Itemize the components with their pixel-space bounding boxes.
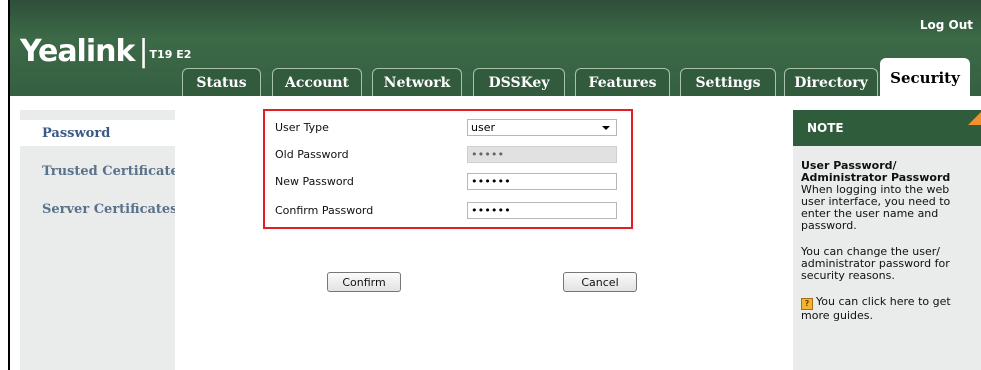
dropdown-arrow-icon — [602, 126, 610, 130]
sidebar-item-server-certificates[interactable]: Server Certificates — [20, 196, 178, 222]
web-ui-frame: Yealink | T19 E2 Log Out Status Account Ne… — [8, 0, 981, 370]
note-help[interactable]: ? You can click here to get more guides. — [801, 296, 973, 322]
tab-security[interactable]: Security — [880, 58, 970, 97]
header-bar: Yealink | T19 E2 Log Out Status Account Ne… — [10, 0, 981, 97]
sidebar-item-password[interactable]: Password — [20, 120, 180, 146]
old-password-label: Old Password — [275, 148, 349, 161]
yealink-logo: Yealink | T19 E2 — [20, 34, 192, 69]
tab-directory[interactable]: Directory — [784, 68, 878, 96]
tab-settings[interactable]: Settings — [680, 68, 776, 96]
note-header: NOTE — [793, 107, 981, 146]
tab-status[interactable]: Status — [182, 68, 261, 96]
note-body: User Password/ Administrator Password Wh… — [801, 160, 973, 322]
new-password-field[interactable]: •••••• — [467, 173, 617, 190]
note-title: NOTE — [807, 121, 844, 135]
confirm-password-label: Confirm Password — [275, 204, 374, 217]
confirm-button[interactable]: Confirm — [327, 272, 401, 292]
new-password-row: New Password •••••• — [265, 173, 631, 196]
note-panel: NOTE User Password/ Administrator Passwo… — [793, 107, 981, 370]
user-type-label: User Type — [275, 121, 329, 134]
password-form-highlight: User Type user Old Password ••••• New Pa… — [263, 109, 633, 229]
tab-network[interactable]: Network — [372, 68, 462, 96]
old-password-field[interactable]: ••••• — [467, 146, 617, 163]
sidebar: Password Trusted Certificates Server Cer… — [20, 110, 186, 370]
old-password-row: Old Password ••••• — [265, 146, 631, 169]
confirm-password-field[interactable]: •••••• — [467, 202, 617, 219]
confirm-password-row: Confirm Password •••••• — [265, 202, 631, 225]
model-name: T19 E2 — [149, 48, 192, 61]
tab-account[interactable]: Account — [272, 68, 362, 96]
note-heading: User Password/ Administrator Password — [801, 159, 951, 184]
brand-name: Yealink — [20, 34, 135, 69]
new-password-label: New Password — [275, 175, 354, 188]
user-type-row: User Type user — [265, 119, 631, 142]
tab-dsskey[interactable]: DSSKey — [473, 68, 565, 96]
note-text-1: When logging into the web user interface… — [801, 183, 951, 232]
user-type-value: user — [471, 121, 495, 134]
note-corner-icon — [968, 107, 981, 125]
note-help-text[interactable]: You can click here to get more guides. — [801, 295, 951, 322]
note-text-2: You can change the user/ administrator p… — [801, 245, 950, 282]
logout-link[interactable]: Log Out — [920, 18, 973, 32]
user-type-select[interactable]: user — [467, 119, 617, 136]
sidebar-item-trusted-certificates[interactable]: Trusted Certificates — [20, 158, 186, 184]
cancel-button[interactable]: Cancel — [563, 272, 637, 292]
tab-features[interactable]: Features — [575, 68, 670, 96]
